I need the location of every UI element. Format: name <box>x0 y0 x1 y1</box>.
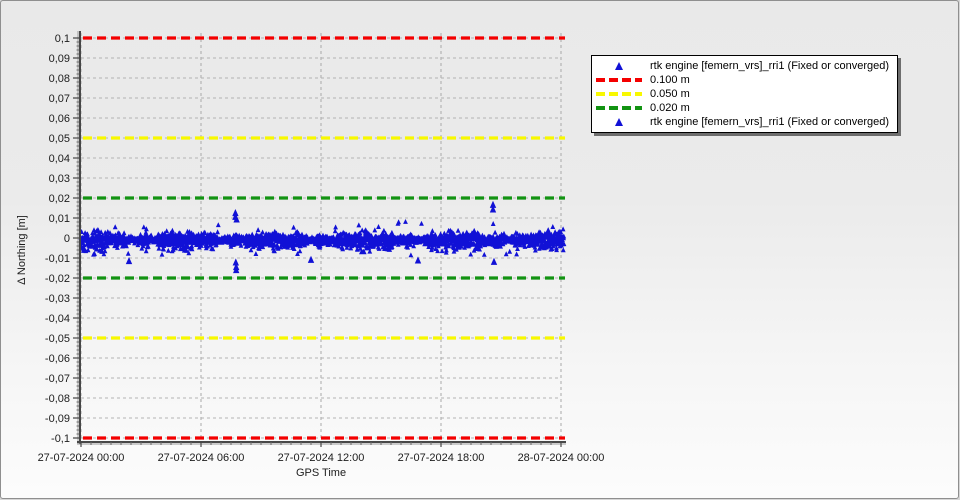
svg-text:28-07-2024 00:00: 28-07-2024 00:00 <box>518 452 605 464</box>
svg-text:27-07-2024 06:00: 27-07-2024 06:00 <box>158 452 245 464</box>
legend-entry-label: 0.020 m <box>650 102 690 114</box>
svg-text:-0,04: -0,04 <box>45 313 70 325</box>
svg-text:27-07-2024 00:00: 27-07-2024 00:00 <box>38 452 125 464</box>
svg-text:-0,02: -0,02 <box>45 273 70 285</box>
legend-entry-1[interactable]: 0.100 m <box>594 73 889 87</box>
svg-text:-0,06: -0,06 <box>45 353 70 365</box>
svg-text:0,04: 0,04 <box>49 153 70 165</box>
legend-entry-4[interactable]: rtk engine [femern_vrs]_rri1 (Fixed or c… <box>594 115 889 129</box>
svg-text:-0,05: -0,05 <box>45 333 70 345</box>
legend-entry-label: rtk engine [femern_vrs]_rri1 (Fixed or c… <box>650 60 890 72</box>
legend-marker-shape <box>596 92 642 96</box>
legend-marker-shape <box>596 78 642 82</box>
svg-text:0,03: 0,03 <box>49 173 70 185</box>
svg-text:-0,08: -0,08 <box>45 393 70 405</box>
legend-entry-2[interactable]: 0.050 m <box>594 87 889 101</box>
legend-entry-label: 0.100 m <box>650 74 690 86</box>
svg-text:0: 0 <box>64 233 70 245</box>
svg-text:0,02: 0,02 <box>49 193 70 205</box>
svg-text:0,07: 0,07 <box>49 93 70 105</box>
svg-text:-0,01: -0,01 <box>45 253 70 265</box>
svg-text:0,1: 0,1 <box>55 33 70 45</box>
triangle-marker-icon <box>594 62 644 70</box>
svg-text:-0,09: -0,09 <box>45 413 70 425</box>
dashed-line-marker-icon <box>594 106 644 110</box>
legend-marker-shape <box>615 62 623 70</box>
svg-text:-0,07: -0,07 <box>45 373 70 385</box>
legend-entry-3[interactable]: 0.020 m <box>594 101 889 115</box>
legend-marker-shape <box>615 118 623 126</box>
legend-entry-label: rtk engine [femern_vrs]_rri1 (Fixed or c… <box>650 116 890 128</box>
triangle-marker-icon <box>594 118 644 126</box>
y-axis-title: Δ Northing [m] <box>16 215 28 285</box>
legend-entry-label: 0.050 m <box>650 88 690 100</box>
legend-marker-shape <box>596 106 642 110</box>
svg-text:0,09: 0,09 <box>49 53 70 65</box>
chart-panel: 0,1 0,09 0,08 0,07 0,06 0,05 0,04 0,03 0,02 0,01 0… <box>0 0 959 499</box>
svg-text:-0,03: -0,03 <box>45 293 70 305</box>
dashed-line-marker-icon <box>594 78 644 82</box>
dashed-line-marker-icon <box>594 92 644 96</box>
data-points <box>78 200 567 274</box>
svg-text:0,08: 0,08 <box>49 73 70 85</box>
svg-text:27-07-2024 12:00: 27-07-2024 12:00 <box>278 452 365 464</box>
svg-text:-0,1: -0,1 <box>51 433 70 445</box>
svg-text:0,06: 0,06 <box>49 113 70 125</box>
legend: rtk engine [femern_vrs]_rri1 (Fixed or c… <box>591 55 899 133</box>
legend-entry-0[interactable]: rtk engine [femern_vrs]_rri1 (Fixed or c… <box>594 59 889 73</box>
svg-text:27-07-2024 18:00: 27-07-2024 18:00 <box>398 452 485 464</box>
scatter-series <box>78 200 567 274</box>
x-axis-title: GPS Time <box>295 467 347 479</box>
svg-text:0,01: 0,01 <box>49 213 70 225</box>
svg-text:0,05: 0,05 <box>49 133 70 145</box>
